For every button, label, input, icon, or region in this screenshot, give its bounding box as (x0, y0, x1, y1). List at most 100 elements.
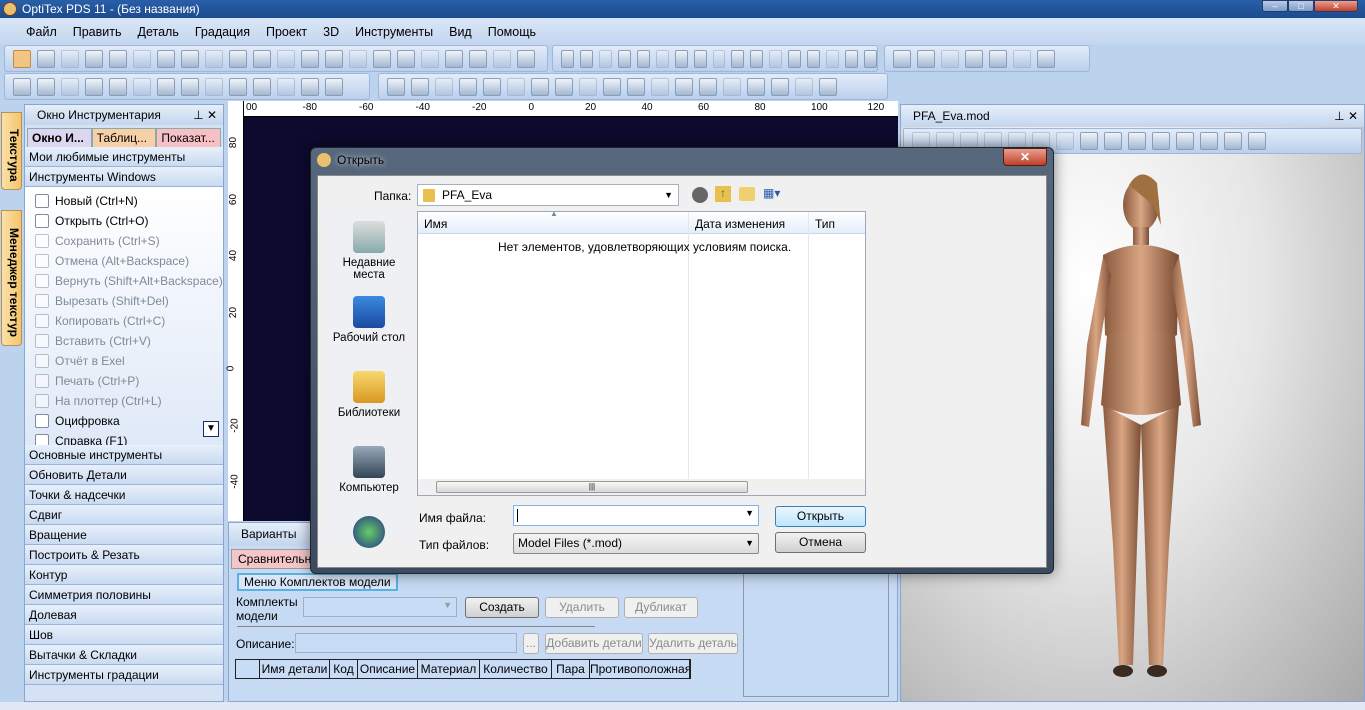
tool-icon[interactable] (181, 77, 199, 96)
delete-button[interactable]: Удалить (545, 597, 619, 618)
tool-icon[interactable] (229, 49, 247, 68)
tool-icon[interactable] (13, 77, 31, 96)
dialog-close-button[interactable]: ✕ (1003, 148, 1047, 166)
tool-icon[interactable] (826, 49, 840, 68)
create-button[interactable]: Создать (465, 597, 539, 618)
tool-icon[interactable] (181, 49, 199, 68)
tool-icon[interactable] (989, 49, 1007, 68)
section-header[interactable]: Построить & Резать (25, 545, 223, 565)
section-header[interactable]: Шов (25, 625, 223, 645)
menu-item-8[interactable]: Помощь (480, 25, 544, 39)
tool-icon[interactable] (617, 49, 631, 68)
column-header[interactable] (236, 660, 260, 678)
3d-tool-icon[interactable] (1104, 132, 1122, 150)
tool-item[interactable]: Печать (Ctrl+P) (25, 371, 223, 391)
3d-avatar-model[interactable] (1041, 165, 1241, 705)
tool-icon[interactable] (731, 49, 745, 68)
tool-icon[interactable] (349, 49, 367, 68)
place-desktop[interactable]: Рабочий стол (329, 296, 409, 344)
file-list[interactable]: Имя ▲ Дата изменения Тип Нет элементов, … (417, 209, 866, 496)
tool-icon[interactable] (965, 49, 983, 68)
open-button[interactable]: Открыть (775, 506, 866, 527)
section-header[interactable]: Инструменты Windows (25, 167, 223, 187)
tool-icon[interactable] (493, 49, 511, 68)
tab-texture[interactable]: Текстура (1, 112, 22, 190)
tool-icon[interactable] (85, 49, 103, 68)
section-header[interactable]: Инструменты градации (25, 665, 223, 685)
tool-icon[interactable] (421, 49, 439, 68)
tool-icon[interactable] (561, 49, 574, 68)
column-header[interactable]: Материал (418, 660, 480, 678)
tool-icon[interactable] (61, 77, 79, 96)
menu-item-1[interactable]: Править (65, 25, 130, 39)
tool-icon[interactable] (109, 77, 127, 96)
tool-icon[interactable] (325, 49, 343, 68)
tool-icon[interactable] (771, 77, 789, 96)
section-header[interactable]: Вытачки & Складки (25, 645, 223, 665)
up-folder-icon[interactable]: ↑ (715, 186, 731, 202)
3d-tool-icon[interactable] (1080, 132, 1098, 150)
column-header[interactable]: Пара (552, 660, 590, 678)
3d-tool-icon[interactable] (1248, 132, 1266, 150)
tool-icon[interactable] (157, 77, 175, 96)
tool-icon[interactable] (693, 49, 707, 68)
tool-icon[interactable] (651, 77, 669, 96)
tool-icon[interactable] (373, 49, 391, 68)
tool-icon[interactable] (795, 77, 813, 96)
tool-icon[interactable] (133, 77, 151, 96)
tool-icon[interactable] (435, 77, 453, 96)
tool-icon[interactable] (598, 49, 612, 68)
new-folder-icon[interactable] (739, 187, 755, 201)
tool-item[interactable]: Вернуть (Shift+Alt+Backspace) (25, 271, 223, 291)
tool-icon[interactable] (469, 49, 487, 68)
section-header[interactable]: Мои любимые инструменты (25, 147, 223, 167)
tool-icon[interactable] (61, 49, 79, 68)
remove-part-button[interactable]: Удалить деталь (648, 633, 738, 654)
3d-tool-icon[interactable] (1152, 132, 1170, 150)
place-recent[interactable]: Недавние места (329, 221, 409, 281)
filetype-select[interactable]: Model Files (*.mod) ▼ (513, 533, 759, 554)
maximize-button[interactable]: □ (1288, 0, 1314, 12)
tool-icon[interactable] (157, 49, 175, 68)
column-header[interactable]: Имя детали (260, 660, 330, 678)
tool-icon[interactable] (807, 49, 821, 68)
3d-tool-icon[interactable] (1056, 132, 1074, 150)
menu-item-6[interactable]: Инструменты (347, 25, 441, 39)
tool-icon[interactable] (37, 49, 55, 68)
place-libraries[interactable]: Библиотеки (329, 371, 409, 419)
close-icon[interactable]: ✕ (207, 108, 217, 122)
section-header[interactable]: Долевая (25, 605, 223, 625)
menu-item-7[interactable]: Вид (441, 25, 480, 39)
3d-tool-icon[interactable] (1224, 132, 1242, 150)
tool-icon[interactable] (699, 77, 717, 96)
tab-show[interactable]: Показат... (156, 128, 222, 147)
tool-item[interactable]: Сохранить (Ctrl+S) (25, 231, 223, 251)
menu-item-0[interactable]: Файл (18, 25, 65, 39)
tool-icon[interactable] (85, 77, 103, 96)
tool-icon[interactable] (579, 77, 597, 96)
tab-comparative[interactable]: Сравнительн (231, 549, 321, 569)
tool-icon[interactable] (845, 49, 858, 68)
tool-icon[interactable] (941, 49, 959, 68)
cancel-button[interactable]: Отмена (775, 532, 866, 553)
horizontal-scrollbar[interactable]: ||| (418, 479, 865, 495)
tool-icon[interactable] (229, 77, 247, 96)
tool-icon[interactable] (13, 49, 31, 68)
tool-item[interactable]: Открыть (Ctrl+O) (25, 211, 223, 231)
tool-icon[interactable] (555, 77, 573, 96)
tool-icon[interactable] (788, 49, 802, 68)
menu-item-4[interactable]: Проект (258, 25, 315, 39)
tool-icon[interactable] (445, 49, 463, 68)
tool-icon[interactable] (917, 49, 935, 68)
pin-icon[interactable]: ⊥ (193, 108, 203, 122)
column-header[interactable]: Противоположная (590, 660, 690, 678)
tool-item[interactable]: Отмена (Alt+Backspace) (25, 251, 223, 271)
tool-icon[interactable] (459, 77, 477, 96)
tool-icon[interactable] (603, 77, 621, 96)
tool-icon[interactable] (675, 77, 693, 96)
column-type[interactable]: Тип (815, 217, 835, 231)
column-date-modified[interactable]: Дата изменения (695, 217, 785, 231)
scroll-down-button[interactable]: ▼ (203, 421, 219, 437)
model-sets-dropdown[interactable]: ▼ (303, 597, 457, 617)
model-sets-menu-button[interactable]: Меню Комплектов модели (237, 573, 398, 591)
